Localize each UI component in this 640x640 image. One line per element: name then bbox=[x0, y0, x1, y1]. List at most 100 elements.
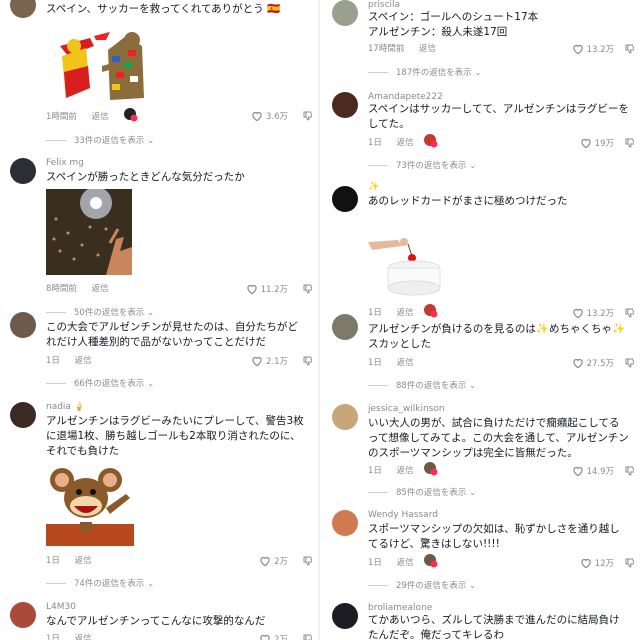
comment-text: スペイン、サッカーを救ってくれてありがとう 🇪🇸 bbox=[46, 3, 281, 15]
thumbs-down-icon[interactable] bbox=[302, 555, 312, 567]
thumbs-down-icon[interactable] bbox=[624, 557, 634, 569]
chevron-down-icon: ⌄ bbox=[469, 160, 477, 170]
comment-text: スポーツマンシップの欠如は、恥ずかしさを通り越し てるけど、驚きはしない!!!! bbox=[368, 523, 620, 550]
thumbs-down-icon[interactable] bbox=[302, 355, 312, 367]
like-button[interactable]: 2万 bbox=[258, 632, 288, 640]
chevron-down-icon: ⌄ bbox=[469, 487, 477, 497]
view-replies-button[interactable]: 85件の返信を表示 ⌄ bbox=[368, 486, 476, 498]
avatar[interactable] bbox=[10, 402, 36, 428]
like-button[interactable]: 11.2万 bbox=[245, 282, 288, 296]
comment-sticker-image[interactable] bbox=[368, 228, 442, 300]
comment-meta: 1日 返信 bbox=[46, 632, 92, 640]
avatar[interactable] bbox=[332, 314, 358, 340]
avatar[interactable] bbox=[332, 0, 358, 26]
view-replies-button[interactable]: 73件の返信を表示 ⌄ bbox=[368, 159, 476, 171]
comment-text: スペイン：ゴールへのシュート17本 アルゼンチン：殺人未遂17回 bbox=[368, 11, 539, 38]
heart-outline-icon bbox=[581, 558, 591, 569]
heart-outline-icon bbox=[260, 634, 270, 640]
reply-button[interactable]: 返信 bbox=[397, 464, 414, 476]
thumbs-down-icon[interactable] bbox=[624, 137, 634, 149]
username[interactable]: Wendy Hassard bbox=[368, 510, 438, 520]
username[interactable]: L4M30 bbox=[46, 602, 76, 612]
avatar[interactable] bbox=[10, 602, 36, 628]
thumbs-down-icon[interactable] bbox=[624, 307, 634, 319]
like-button[interactable]: 13.2万 bbox=[571, 306, 614, 320]
reply-button[interactable]: 返信 bbox=[397, 136, 414, 148]
chevron-down-icon: ⌄ bbox=[147, 135, 155, 145]
view-replies-button[interactable]: 50件の返信を表示 ⌄ bbox=[46, 306, 154, 318]
avatar[interactable] bbox=[10, 312, 36, 338]
view-replies-button[interactable]: 187件の返信を表示 ⌄ bbox=[368, 66, 481, 78]
username[interactable]: ✨ bbox=[368, 182, 379, 192]
column-divider bbox=[318, 0, 320, 640]
avatar[interactable] bbox=[332, 92, 358, 118]
comment-item: スペイン、サッカーを救ってくれてありがとう 🇪🇸 1時間前 返信 3.6万 33… bbox=[6, 0, 312, 148]
view-replies-button[interactable]: 66件の返信を表示 ⌄ bbox=[46, 377, 154, 389]
thumbs-down-icon[interactable] bbox=[302, 283, 312, 295]
like-button[interactable]: 19万 bbox=[579, 136, 614, 150]
view-replies-button[interactable]: 29件の返信を表示 ⌄ bbox=[368, 579, 476, 591]
comment-text: アルゼンチンはラグビーみたいにプレーして、警告3枚 に退場1枚、勝ち越しゴールも… bbox=[46, 415, 304, 457]
comment-meta: 1日 返信 bbox=[46, 554, 92, 566]
like-button[interactable]: 2万 bbox=[258, 554, 288, 568]
comment-text: アルゼンチンが負けるのを見るのは✨めちゃくちゃ✨ スカッとした bbox=[368, 323, 626, 350]
thumbs-down-icon[interactable] bbox=[624, 465, 634, 477]
view-replies-button[interactable]: 33件の返信を表示 ⌄ bbox=[46, 134, 154, 146]
reply-button[interactable]: 返信 bbox=[397, 356, 414, 368]
comment-meta: 1日 返信 bbox=[368, 356, 414, 368]
chevron-down-icon: ⌄ bbox=[469, 380, 477, 390]
comment-text: あのレッドカードがまさに極めつけだった bbox=[368, 195, 568, 207]
reply-button[interactable]: 返信 bbox=[397, 556, 414, 568]
chevron-down-icon: ⌄ bbox=[147, 578, 155, 588]
view-replies-button[interactable]: 74件の返信を表示 ⌄ bbox=[46, 577, 154, 589]
heart-outline-icon bbox=[572, 44, 583, 55]
reply-button[interactable]: 返信 bbox=[92, 282, 109, 294]
username[interactable]: broliamealone bbox=[368, 603, 432, 613]
comment-sticker-image[interactable] bbox=[46, 26, 154, 104]
comment-item: Amandapete222 スペインはサッカーしてて、アルゼンチンはラグビーを … bbox=[328, 92, 634, 172]
thumbs-down-icon[interactable] bbox=[624, 357, 634, 369]
like-button[interactable]: 2.1万 bbox=[250, 354, 288, 368]
reply-button[interactable]: 返信 bbox=[397, 306, 414, 318]
avatar[interactable] bbox=[332, 510, 358, 536]
comment-text: なんでアルゼンチンってこんなに攻撃的なんだ bbox=[46, 615, 266, 627]
username[interactable]: Amandapete222 bbox=[368, 92, 443, 102]
heart-outline-icon bbox=[581, 138, 591, 149]
username[interactable]: jessica_wilkinson bbox=[368, 404, 445, 414]
comments-column-left: スペイン、サッカーを救ってくれてありがとう 🇪🇸 1時間前 返信 3.6万 33… bbox=[6, 0, 312, 640]
thumbs-down-icon[interactable] bbox=[624, 43, 634, 55]
comment-item: アルゼンチンが負けるのを見るのは✨めちゃくちゃ✨ スカッとした 1日 返信 27… bbox=[328, 314, 634, 394]
comment-item: nadia 🍦 アルゼンチンはラグビーみたいにプレーして、警告3枚 に退場1枚、… bbox=[6, 402, 312, 592]
like-button[interactable]: 14.9万 bbox=[571, 464, 614, 478]
like-button[interactable]: 12万 bbox=[579, 556, 614, 570]
reply-button[interactable]: 返信 bbox=[75, 554, 92, 566]
like-button[interactable]: 27.5万 bbox=[571, 356, 614, 370]
avatar[interactable] bbox=[10, 0, 36, 18]
comment-image[interactable] bbox=[46, 189, 132, 275]
comment-meta: 1日 返信 bbox=[368, 464, 414, 476]
avatar[interactable] bbox=[332, 186, 358, 212]
reply-button[interactable]: 返信 bbox=[75, 632, 92, 640]
comment-item: ✨ あのレッドカードがまさに極めつけだった 1日 返信 13.2万 bbox=[328, 182, 634, 320]
reply-button[interactable]: 返信 bbox=[92, 110, 109, 122]
thumbs-down-icon[interactable] bbox=[302, 110, 312, 122]
like-button[interactable]: 13.2万 bbox=[571, 42, 614, 56]
like-count: 2.1万 bbox=[265, 357, 288, 367]
comment-sticker-image[interactable] bbox=[46, 464, 134, 546]
comment-text: てかあいつら、ズルして決勝まで進んだのに結局負け たんだぞ。俺だってキレるわ bbox=[368, 614, 620, 640]
reply-button[interactable]: 返信 bbox=[75, 354, 92, 366]
comment-meta: 8時間前 返信 bbox=[46, 282, 109, 294]
creator-liked-badge bbox=[424, 462, 438, 476]
avatar[interactable] bbox=[10, 158, 36, 184]
heart-outline-icon bbox=[572, 466, 583, 477]
avatar[interactable] bbox=[332, 603, 358, 629]
like-button[interactable]: 3.6万 bbox=[250, 109, 288, 123]
view-replies-button[interactable]: 88件の返信を表示 ⌄ bbox=[368, 379, 476, 391]
avatar[interactable] bbox=[332, 404, 358, 430]
username[interactable]: Felix mg bbox=[46, 158, 84, 168]
username[interactable]: priscila bbox=[368, 0, 400, 10]
reply-button[interactable]: 返信 bbox=[419, 42, 436, 54]
thumbs-down-icon[interactable] bbox=[302, 633, 312, 640]
username[interactable]: nadia 🍦 bbox=[46, 402, 85, 412]
creator-liked-badge bbox=[424, 134, 438, 148]
